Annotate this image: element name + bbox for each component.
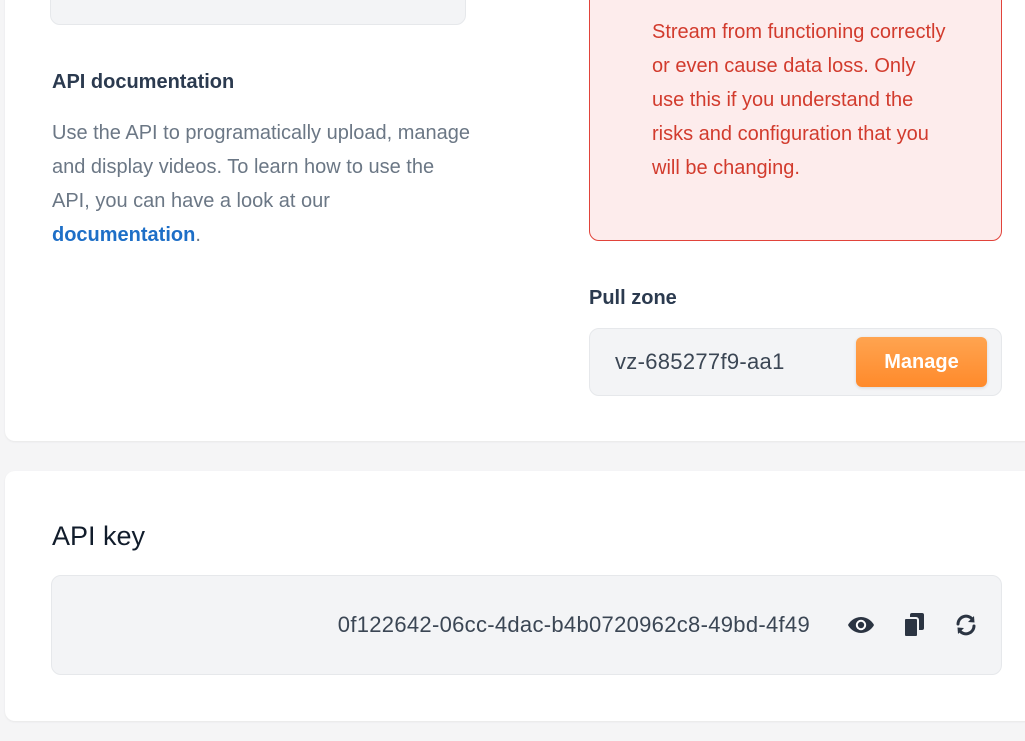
api-key-card: API key 0f122642-06cc-4dac-b4b0720962c8-… <box>5 471 1025 721</box>
api-documentation-text-end: . <box>195 224 201 246</box>
api-documentation-description: Use the API to programatically upload, m… <box>52 116 472 252</box>
pull-zone-label: Pull zone <box>589 287 677 309</box>
api-key-field: 0f122642-06cc-4dac-b4b0720962c8-49bd-4f4… <box>51 575 1002 675</box>
warning-box: Stream from functioning correctly or eve… <box>589 0 1002 241</box>
documentation-link[interactable]: documentation <box>52 224 195 246</box>
api-documentation-text: Use the API to programatically upload, m… <box>52 122 471 212</box>
warning-text: Stream from functioning correctly or eve… <box>652 21 946 179</box>
pull-zone-field: vz-685277f9-aa1 Manage <box>589 328 1002 396</box>
api-documentation-title: API documentation <box>52 71 235 93</box>
page: API documentation Use the API to program… <box>0 0 1025 741</box>
refresh-icon[interactable] <box>951 610 981 640</box>
api-key-value: 0f122642-06cc-4dac-b4b0720962c8-49bd-4f4… <box>337 612 810 637</box>
manage-button[interactable]: Manage <box>856 337 987 387</box>
copy-icon[interactable] <box>899 610 929 640</box>
api-key-title: API key <box>52 521 146 551</box>
pull-zone-value: vz-685277f9-aa1 <box>615 349 785 374</box>
previous-field <box>50 0 466 25</box>
eye-icon[interactable] <box>846 610 876 640</box>
